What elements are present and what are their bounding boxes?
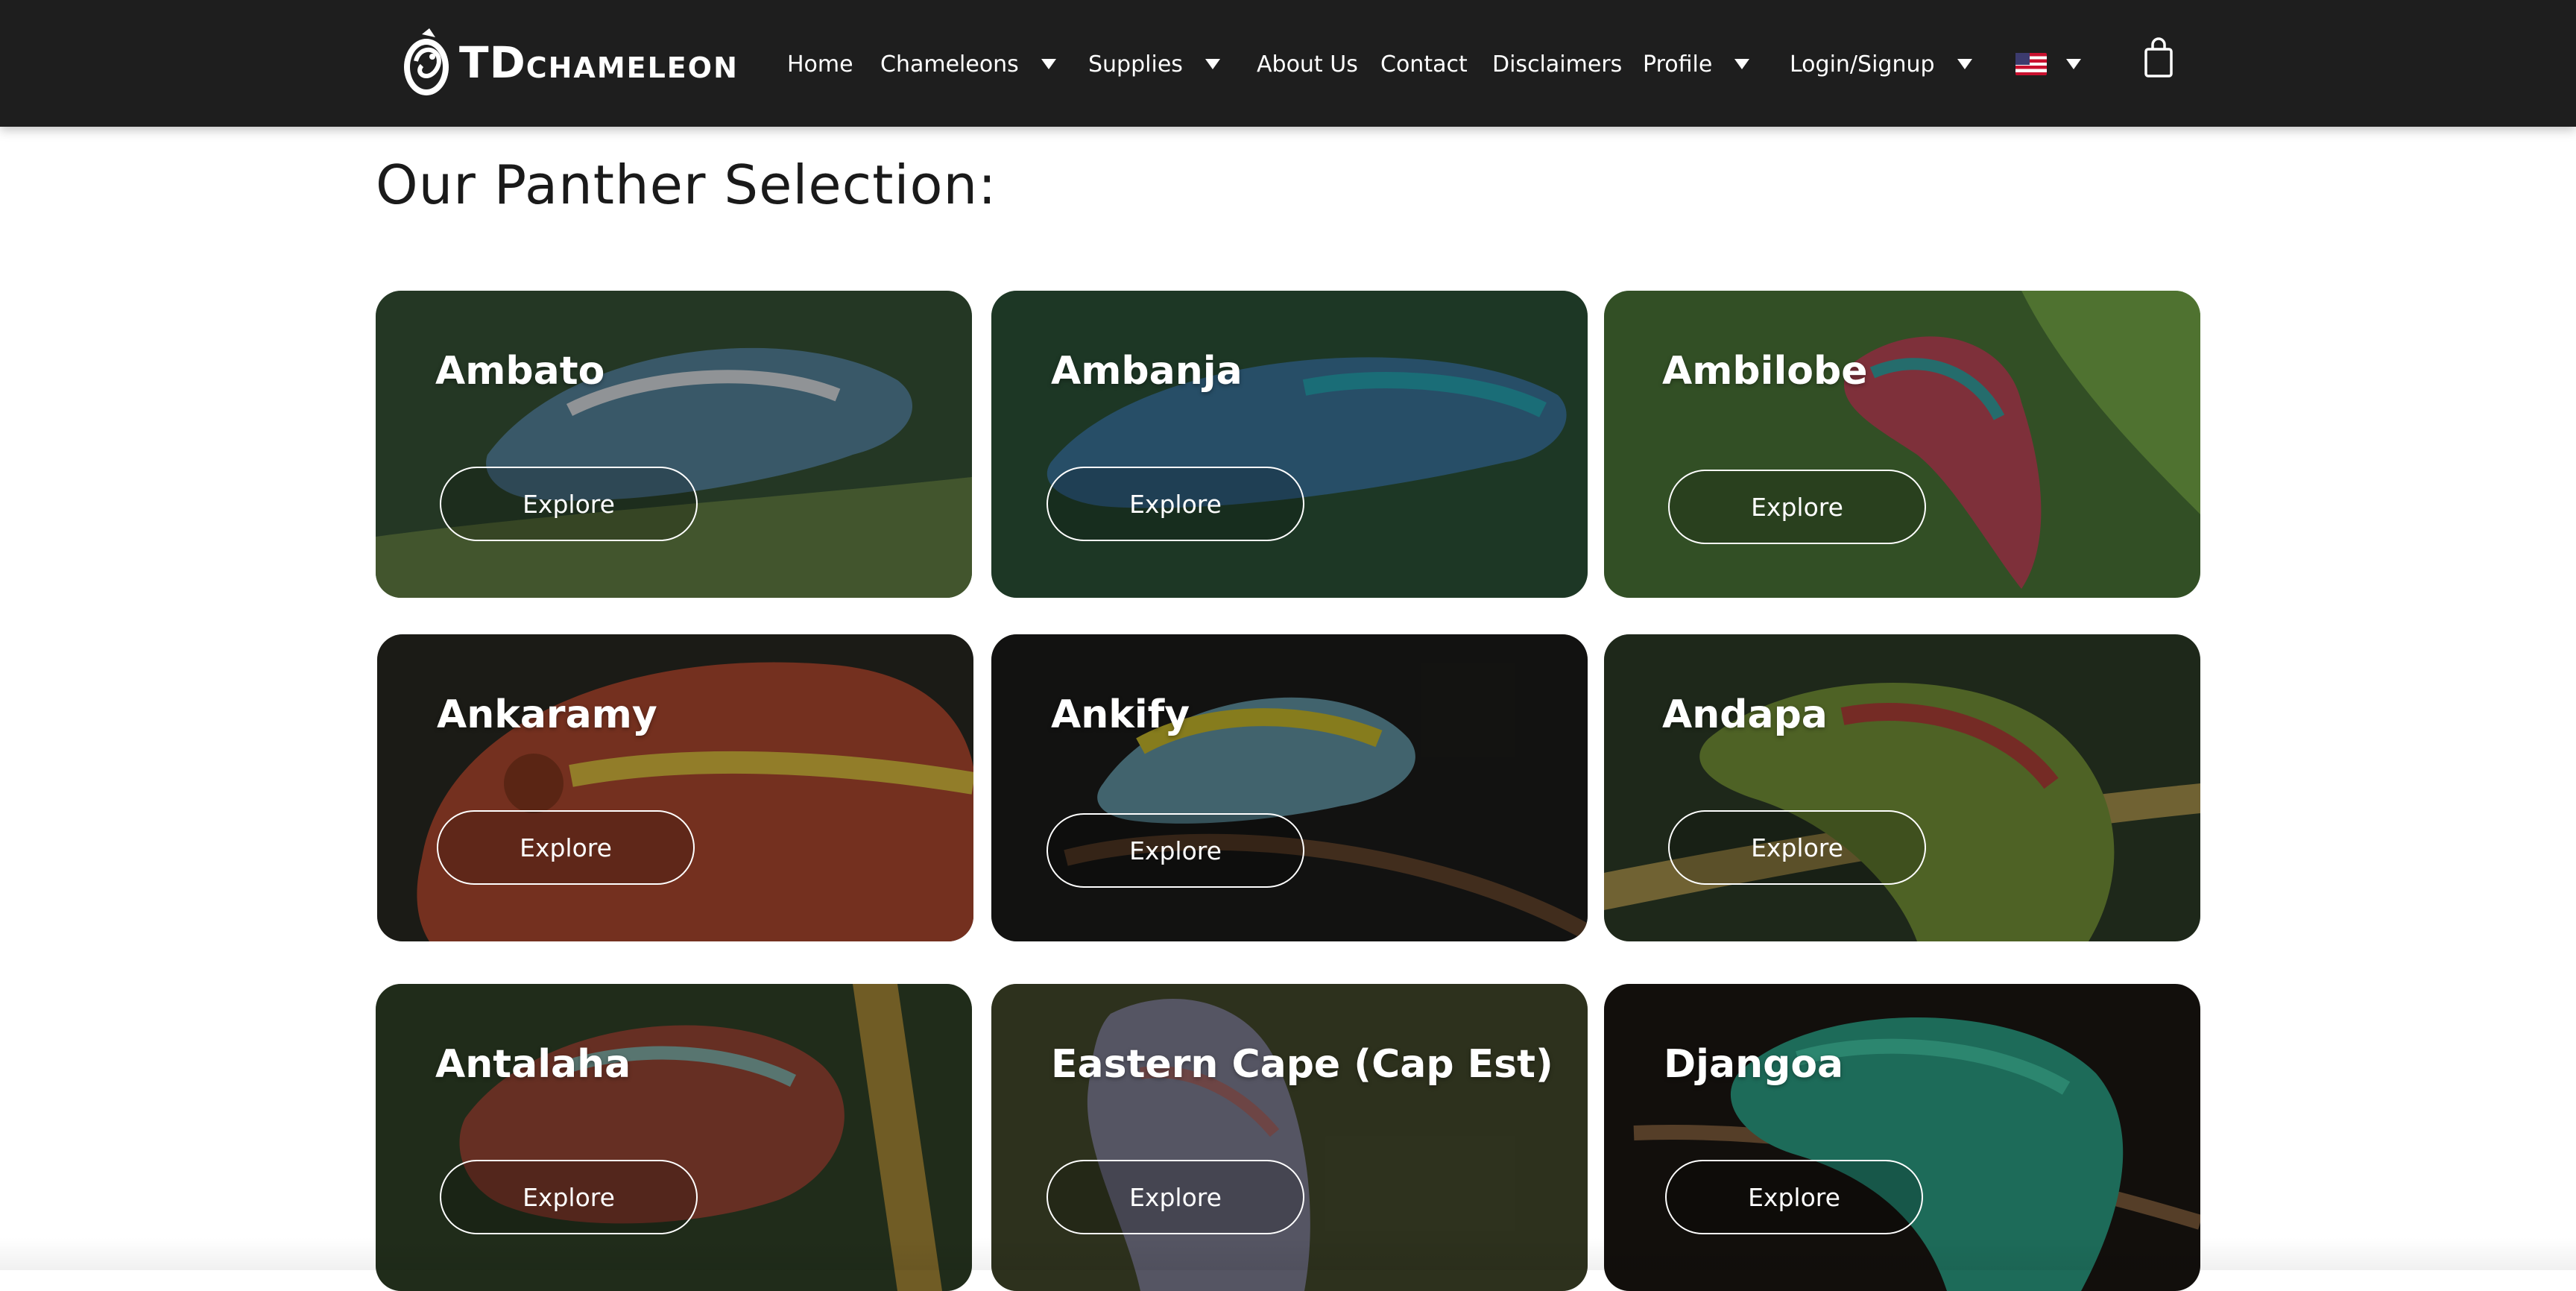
- nav-login-label: Login/Signup: [1790, 51, 1935, 78]
- explore-button[interactable]: Explore: [440, 1160, 698, 1234]
- language-selector[interactable]: [2015, 42, 2081, 86]
- locale-card-antalaha[interactable]: Antalaha Explore: [376, 984, 972, 1291]
- nav-disclaimers-label: Disclaimers: [1492, 51, 1623, 78]
- ambanja-chameleon-image: [991, 291, 1588, 598]
- nav-home-label: Home: [787, 51, 853, 78]
- card-title: Antalaha: [435, 1042, 631, 1087]
- chameleon-logo-icon: [400, 27, 453, 98]
- explore-button[interactable]: Explore: [1046, 1160, 1304, 1234]
- ambilobe-chameleon-image: [1604, 291, 2200, 598]
- explore-button[interactable]: Explore: [1668, 470, 1926, 544]
- nav-disclaimers[interactable]: Disclaimers: [1492, 42, 1622, 86]
- caret-down-icon: [1041, 59, 1056, 69]
- nav-home[interactable]: Home: [787, 42, 853, 86]
- shopping-bag-icon[interactable]: [2144, 37, 2174, 78]
- explore-button[interactable]: Explore: [1668, 810, 1926, 885]
- caret-down-icon: [2066, 59, 2081, 69]
- nav-about[interactable]: About Us: [1257, 42, 1358, 86]
- eastern-cape-chameleon-image: [991, 984, 1588, 1291]
- locale-card-ankify[interactable]: Ankify Explore: [991, 634, 1588, 941]
- caret-down-icon: [1957, 59, 1972, 69]
- djangoa-chameleon-image: [1604, 984, 2200, 1291]
- ankify-chameleon-image: [991, 634, 1588, 941]
- nav-chameleons[interactable]: Chameleons: [880, 42, 1056, 86]
- nav-login-signup[interactable]: Login/Signup: [1790, 42, 1972, 86]
- card-title: Andapa: [1662, 692, 1828, 737]
- explore-button[interactable]: Explore: [1046, 467, 1304, 541]
- antalaha-chameleon-image: [376, 984, 972, 1291]
- logo-text-sub: CHAMELEON: [525, 51, 739, 84]
- explore-button[interactable]: Explore: [1665, 1160, 1923, 1234]
- nav-supplies-label: Supplies: [1088, 51, 1183, 78]
- card-title: Ankify: [1051, 692, 1190, 737]
- page-title: Our Panther Selection:: [376, 154, 997, 216]
- nav-chameleons-label: Chameleons: [880, 51, 1019, 78]
- locale-card-ankaramy[interactable]: Ankaramy Explore: [377, 634, 973, 941]
- locale-card-andapa[interactable]: Andapa Explore: [1604, 634, 2200, 941]
- explore-button[interactable]: Explore: [437, 810, 695, 885]
- locale-card-ambanja[interactable]: Ambanja Explore: [991, 291, 1588, 598]
- top-navbar: TD CHAMELEON Home Chameleons Supplies Ab…: [0, 0, 2576, 127]
- locale-card-ambato[interactable]: Ambato Explore: [376, 291, 972, 598]
- locale-card-eastern-cape[interactable]: Eastern Cape (Cap Est) Explore: [991, 984, 1588, 1291]
- caret-down-icon: [1734, 59, 1750, 69]
- card-title: Ambato: [435, 349, 605, 394]
- nav-about-label: About Us: [1257, 51, 1358, 78]
- explore-button[interactable]: Explore: [1046, 813, 1304, 888]
- nav-supplies[interactable]: Supplies: [1088, 42, 1220, 86]
- locale-card-ambilobe[interactable]: Ambilobe Explore: [1604, 291, 2200, 598]
- card-title: Eastern Cape (Cap Est): [1051, 1042, 1553, 1087]
- nav-profile-label: Profile: [1643, 51, 1713, 78]
- nav-contact-label: Contact: [1380, 51, 1468, 78]
- andapa-chameleon-image: [1604, 634, 2200, 941]
- card-title: Ankaramy: [437, 692, 657, 737]
- nav-contact[interactable]: Contact: [1380, 42, 1468, 86]
- nav-profile[interactable]: Profile: [1643, 42, 1750, 86]
- caret-down-icon: [1205, 59, 1220, 69]
- logo-text-main: TD: [459, 37, 526, 88]
- explore-button[interactable]: Explore: [440, 467, 698, 541]
- card-title: Djangoa: [1664, 1042, 1844, 1087]
- locale-card-djangoa[interactable]: Djangoa Explore: [1604, 984, 2200, 1291]
- card-title: Ambanja: [1051, 349, 1243, 394]
- site-logo[interactable]: TD CHAMELEON: [400, 25, 739, 100]
- us-flag-icon: [2015, 53, 2047, 75]
- card-title: Ambilobe: [1662, 349, 1868, 394]
- ambato-chameleon-image: [376, 291, 972, 598]
- ankaramy-chameleon-image: [377, 634, 973, 941]
